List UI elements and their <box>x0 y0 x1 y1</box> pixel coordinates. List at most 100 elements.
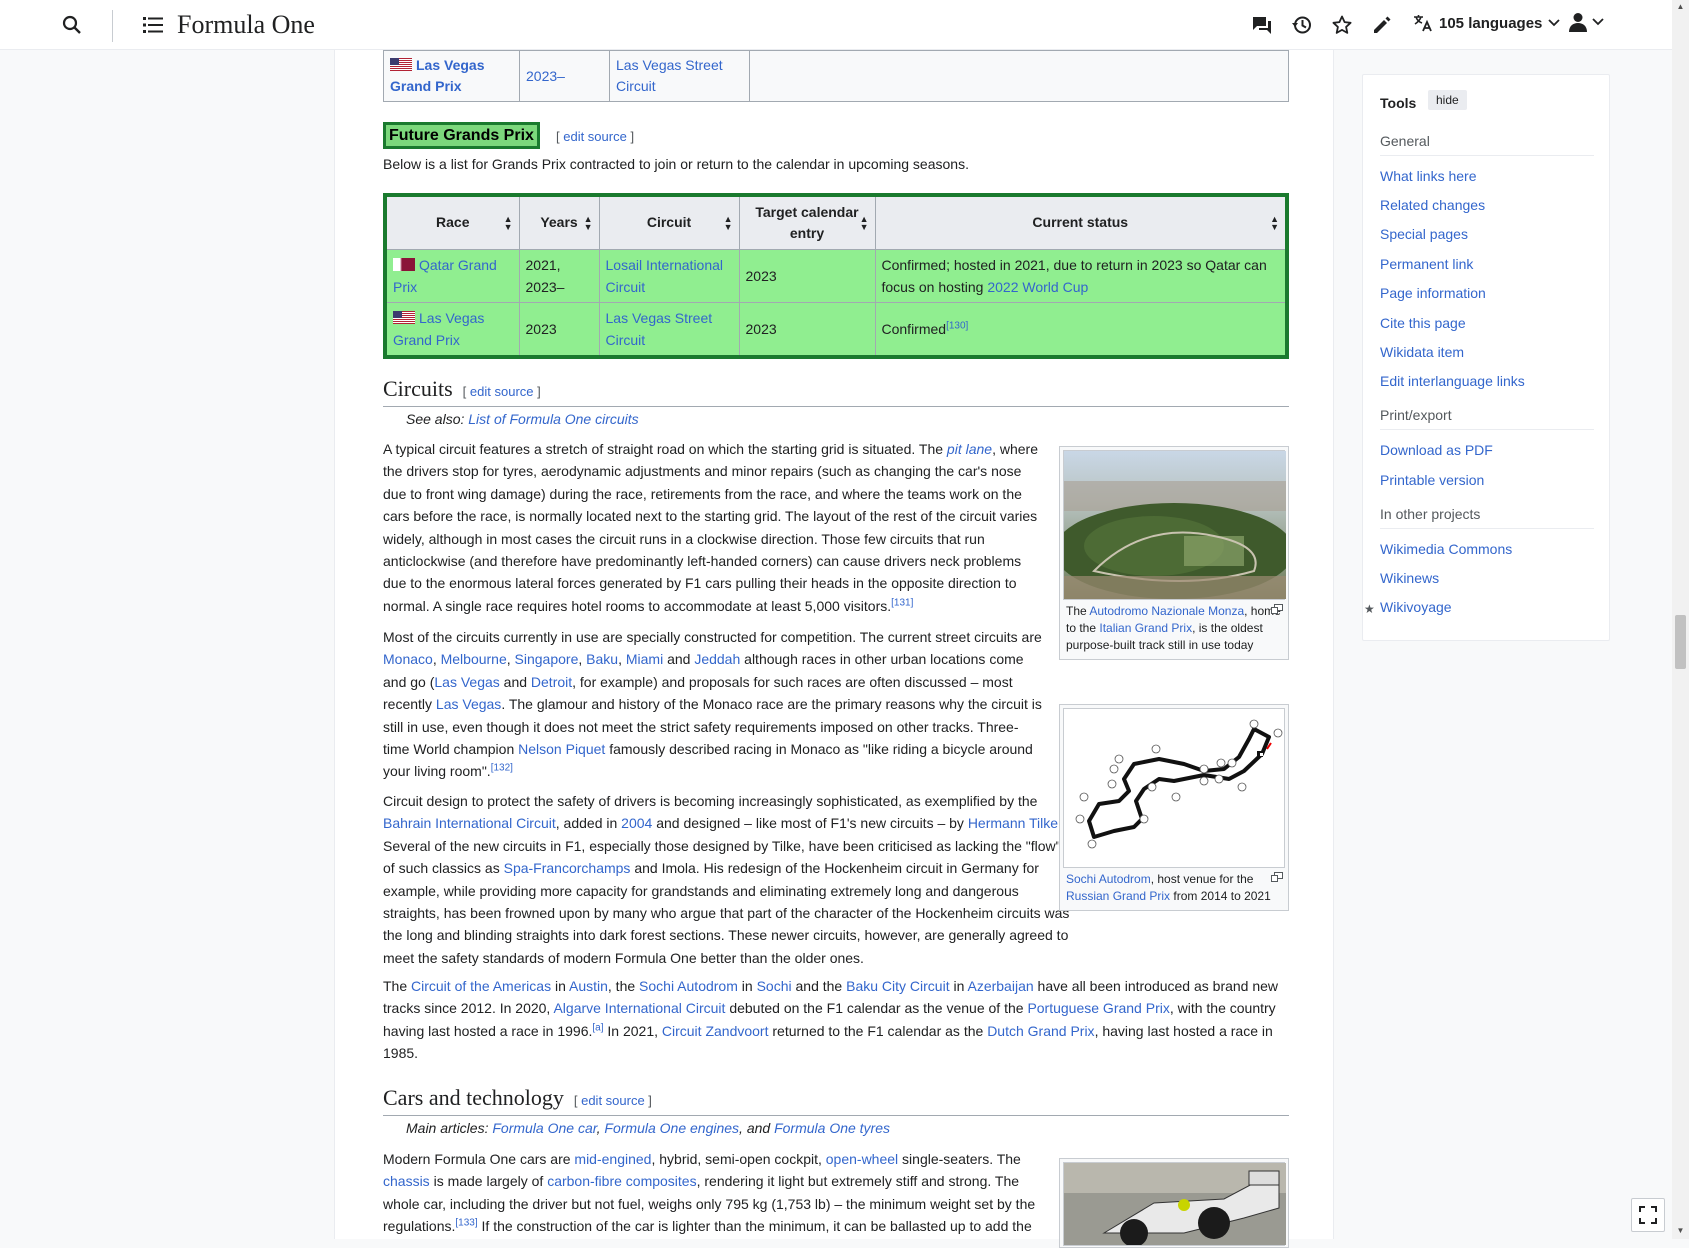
column-header-target[interactable]: Target calendar entry ▲ ▼ <box>738 194 876 250</box>
tools-item-wikimedia-commons[interactable]: Wikimedia Commons <box>1380 541 1512 557</box>
scrollbar-thumb[interactable] <box>1675 615 1686 669</box>
fullscreen-button[interactable] <box>1631 1198 1665 1232</box>
future-intro-text: Below is a list for Grands Prix contract… <box>383 156 969 172</box>
column-header-circuit[interactable]: Circuit ▲ ▼ <box>598 194 740 250</box>
edit-source-link-future[interactable]: [ edit source ] <box>556 129 634 144</box>
sort-icon[interactable]: ▲ ▼ <box>504 214 513 231</box>
enlarge-icon[interactable] <box>1271 602 1283 619</box>
baku-city-circuit-link[interactable]: Baku City Circuit <box>846 978 949 994</box>
circuit-link[interactable]: Las Vegas Street Circuit <box>606 310 713 348</box>
zandvoort-link[interactable]: Circuit Zandvoort <box>662 1023 769 1039</box>
circuits-paragraph-2: Most of the circuits currently in use ar… <box>383 629 1042 780</box>
reference-link[interactable]: [132] <box>491 763 513 774</box>
monza-link[interactable]: Autodromo Nazionale Monza <box>1089 604 1244 618</box>
f1-tyres-link[interactable]: Formula One tyres <box>774 1120 890 1136</box>
singapore-link[interactable]: Singapore <box>515 651 579 667</box>
jeddah-link[interactable]: Jeddah <box>694 651 740 667</box>
column-header-race[interactable]: Race ▲ ▼ <box>384 194 520 250</box>
edit-source-label[interactable]: edit source <box>563 129 627 144</box>
year-2004-link[interactable]: 2004 <box>621 815 652 831</box>
sort-icon[interactable]: ▲ ▼ <box>1270 214 1279 231</box>
sochi-link[interactable]: Sochi <box>757 978 792 994</box>
sort-icon[interactable]: ▲ ▼ <box>724 214 733 231</box>
edit-source-link-cars[interactable]: [ edit source ] <box>574 1093 652 1108</box>
watch-star-icon[interactable] <box>1329 12 1355 38</box>
edit-source-label[interactable]: edit source <box>470 384 534 399</box>
sort-icon[interactable]: ▲ ▼ <box>860 214 869 231</box>
monza-aerial-image[interactable] <box>1054 450 1294 600</box>
azerbaijan-link[interactable]: Azerbaijan <box>967 978 1033 994</box>
edit-source-link-circuits[interactable]: [ edit source ] <box>463 384 541 399</box>
portuguese-gp-link[interactable]: Portuguese Grand Prix <box>1027 1000 1169 1016</box>
nelson-piquet-link[interactable]: Nelson Piquet <box>518 741 605 757</box>
tools-item-special-pages[interactable]: Special pages <box>1380 226 1468 242</box>
open-wheel-link[interactable]: open-wheel <box>826 1151 898 1167</box>
algarve-circuit-link[interactable]: Algarve International Circuit <box>553 1000 725 1016</box>
site-title[interactable]: Formula One <box>177 10 315 40</box>
reference-link[interactable]: [131] <box>891 597 913 608</box>
italian-gp-link[interactable]: Italian Grand Prix <box>1099 621 1192 635</box>
chevron-down-icon <box>1548 19 1561 27</box>
language-button[interactable]: 105 languages <box>1413 13 1561 33</box>
dutch-gp-link[interactable]: Dutch Grand Prix <box>987 1023 1094 1039</box>
spa-link[interactable]: Spa-Francorchamps <box>504 860 631 876</box>
reference-link[interactable]: [130] <box>946 320 968 331</box>
miami-link[interactable]: Miami <box>626 651 663 667</box>
austin-link[interactable]: Austin <box>569 978 608 994</box>
bahrain-circuit-link[interactable]: Bahrain International Circuit <box>383 815 556 831</box>
tools-item-download-pdf[interactable]: Download as PDF <box>1380 442 1493 458</box>
sochi-autodrom-link[interactable]: Sochi Autodrom <box>1066 872 1151 886</box>
tools-item-wikidata-item[interactable]: Wikidata item <box>1380 344 1464 360</box>
note-link[interactable]: [a] <box>592 1022 603 1033</box>
las-vegas-link[interactable]: Las Vegas <box>434 674 499 690</box>
circuit-link[interactable]: Las Vegas Street Circuit <box>616 57 723 94</box>
enlarge-icon[interactable] <box>1271 870 1283 887</box>
cota-link[interactable]: Circuit of the Americas <box>411 978 551 994</box>
years-link[interactable]: 2023– <box>526 68 565 84</box>
sort-icon[interactable]: ▲ ▼ <box>584 214 593 231</box>
tools-item-edit-interlanguage-links[interactable]: Edit interlanguage links <box>1380 373 1525 389</box>
tools-item-cite-this-page[interactable]: Cite this page <box>1380 315 1466 331</box>
world-cup-link[interactable]: 2022 World Cup <box>987 279 1088 295</box>
tools-item-permanent-link[interactable]: Permanent link <box>1380 256 1473 272</box>
edit-source-label[interactable]: edit source <box>581 1093 645 1108</box>
pit-lane-link[interactable]: pit lane <box>947 441 992 457</box>
las-vegas-link[interactable]: Las Vegas <box>436 696 501 712</box>
us-flag-icon <box>393 308 415 324</box>
table-of-contents-icon[interactable] <box>140 12 166 38</box>
see-also-link[interactable]: List of Formula One circuits <box>468 411 638 427</box>
f1-engines-link[interactable]: Formula One engines <box>604 1120 739 1136</box>
talk-icon[interactable] <box>1249 12 1275 38</box>
edit-pencil-icon[interactable] <box>1369 12 1395 38</box>
tools-item-wikivoyage[interactable]: Wikivoyage <box>1380 599 1452 615</box>
column-header-status[interactable]: Current status ▲ ▼ <box>874 194 1288 250</box>
scroll-down-arrow-icon[interactable]: ▼ <box>1675 1226 1686 1238</box>
tools-group-general: General <box>1380 133 1594 156</box>
melbourne-link[interactable]: Melbourne <box>441 651 507 667</box>
chassis-link[interactable]: chassis <box>383 1173 430 1189</box>
sochi-track-map-image[interactable] <box>1063 708 1285 868</box>
tools-item-printable-version[interactable]: Printable version <box>1380 472 1484 488</box>
tools-hide-button[interactable]: hide <box>1428 90 1467 110</box>
tools-item-page-information[interactable]: Page information <box>1380 285 1486 301</box>
tools-item-wikinews[interactable]: Wikinews <box>1380 570 1439 586</box>
tools-item-related-changes[interactable]: Related changes <box>1380 197 1485 213</box>
scroll-up-arrow-icon[interactable]: ▲ <box>1675 2 1686 14</box>
search-icon[interactable] <box>59 12 85 38</box>
f1-car-link[interactable]: Formula One car <box>492 1120 596 1136</box>
circuit-link[interactable]: Losail International Circuit <box>606 257 724 295</box>
detroit-link[interactable]: Detroit <box>531 674 572 690</box>
sochi-autodrom-link[interactable]: Sochi Autodrom <box>639 978 738 994</box>
tools-item-what-links-here[interactable]: What links here <box>1380 168 1476 184</box>
user-menu-button[interactable] <box>1568 12 1604 32</box>
monaco-link[interactable]: Monaco <box>383 651 433 667</box>
carbon-fibre-link[interactable]: carbon-fibre composites <box>547 1173 696 1189</box>
mid-engined-link[interactable]: mid-engined <box>574 1151 651 1167</box>
history-icon[interactable] <box>1289 12 1315 38</box>
hermann-tilke-link[interactable]: Hermann Tilke <box>968 815 1058 831</box>
baku-link[interactable]: Baku <box>586 651 618 667</box>
column-header-years[interactable]: Years ▲ ▼ <box>518 194 600 250</box>
russian-gp-link[interactable]: Russian Grand Prix <box>1066 889 1170 903</box>
reference-link[interactable]: [133] <box>455 1218 477 1229</box>
f1-car-image[interactable] <box>1063 1162 1286 1247</box>
